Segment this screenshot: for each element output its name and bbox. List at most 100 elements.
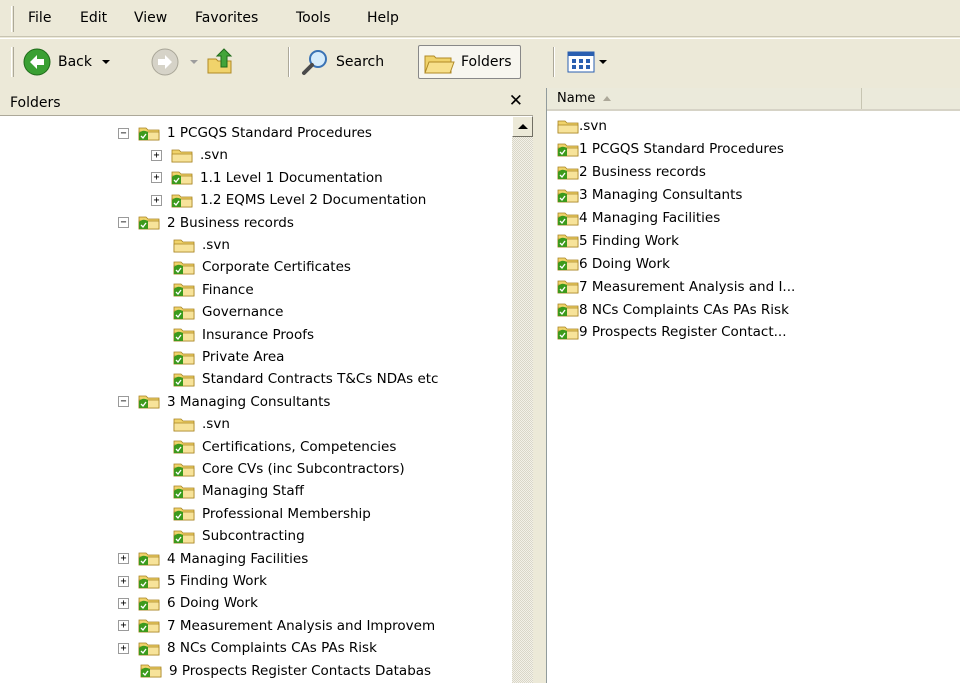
expand-icon[interactable]: +: [151, 172, 162, 184]
tree-item[interactable]: − 3 Managing Consultants: [118, 391, 330, 413]
forward-button[interactable]: [150, 45, 198, 79]
list-item[interactable]: 2 Business records: [557, 161, 960, 184]
folder-svn-icon: [171, 193, 193, 208]
folder-icon: [173, 417, 195, 432]
folder-svn-icon: [557, 165, 579, 180]
tree-item[interactable]: +1.1 Level 1 Documentation: [151, 167, 383, 189]
folder-svn-icon: [173, 282, 195, 297]
expand-icon[interactable]: +: [118, 597, 129, 609]
tree-item[interactable]: +6 Doing Work: [118, 592, 258, 614]
tree-item[interactable]: − 2 Business records: [118, 212, 294, 234]
search-button[interactable]: Search: [300, 45, 384, 79]
expand-icon[interactable]: +: [118, 642, 129, 654]
menu-help[interactable]: Help: [367, 10, 399, 26]
menu-tools[interactable]: Tools: [296, 10, 331, 26]
folder-tree: − 1 PCGQS Standard Procedures + .svn +1.1 Le…: [0, 116, 512, 683]
tree-item[interactable]: − 1 PCGQS Standard Procedures: [118, 122, 372, 144]
tree-item[interactable]: Professional Membership: [151, 503, 371, 525]
tree-item[interactable]: .svn: [151, 413, 230, 435]
list-item[interactable]: 7 Measurement Analysis and I...: [557, 275, 960, 298]
sort-ascending-icon: [603, 96, 612, 101]
tree-item[interactable]: 9 Prospects Register Contacts Databas: [118, 660, 431, 682]
tree-item-label: 4 Managing Facilities: [167, 550, 309, 567]
up-folder-button[interactable]: [205, 45, 235, 79]
pane-splitter[interactable]: [533, 88, 546, 683]
tree-item-label: .svn: [200, 147, 228, 164]
collapse-icon[interactable]: −: [118, 127, 129, 139]
forward-dropdown-icon[interactable]: [190, 60, 198, 64]
tree-item-label: Insurance Proofs: [202, 326, 314, 343]
list-item[interactable]: 4 Managing Facilities: [557, 207, 960, 230]
folders-button[interactable]: Folders: [418, 45, 521, 79]
list-item[interactable]: 3 Managing Consultants: [557, 184, 960, 207]
tree-item-label: 1.2 EQMS Level 2 Documentation: [200, 192, 427, 209]
name-column-header[interactable]: Name: [547, 88, 862, 109]
tree-item-label: 5 Finding Work: [167, 573, 267, 589]
tree-item-label: 1.1 Level 1 Documentation: [200, 169, 383, 186]
folder-svn-icon: [173, 484, 195, 499]
list-item-label: 3 Managing Consultants: [579, 187, 743, 204]
menu-favorites[interactable]: Favorites: [195, 10, 258, 26]
menu-bar: File Edit View Favorites Tools Help: [0, 0, 960, 37]
tree-item[interactable]: Private Area: [151, 346, 284, 368]
menu-grip[interactable]: [11, 6, 14, 32]
list-item[interactable]: 8 NCs Complaints CAs PAs Risk: [557, 298, 960, 321]
tree-item[interactable]: .svn: [151, 234, 230, 256]
list-item[interactable]: 6 Doing Work: [557, 252, 960, 275]
tree-item[interactable]: Governance: [151, 301, 283, 323]
scroll-up-button[interactable]: [512, 116, 533, 137]
views-button[interactable]: [566, 45, 607, 79]
tree-item[interactable]: +7 Measurement Analysis and Improvem: [118, 615, 435, 637]
folders-pane: Folders ✕ − 1 PCGQS Standard Procedures +.…: [0, 88, 533, 683]
folder-svn-icon: [173, 260, 195, 275]
folder-svn-icon: [557, 211, 579, 226]
tree-item[interactable]: +1.2 EQMS Level 2 Documentation: [151, 189, 426, 211]
menu-file[interactable]: File: [28, 10, 51, 26]
tree-item[interactable]: + .svn: [151, 144, 228, 166]
list-item[interactable]: 5 Finding Work: [557, 229, 960, 252]
folders-pane-header: Folders ✕: [0, 88, 533, 116]
list-item-label: 4 Managing Facilities: [579, 210, 721, 226]
back-dropdown-icon[interactable]: [102, 60, 110, 64]
tree-item[interactable]: +4 Managing Facilities: [118, 548, 308, 570]
back-button[interactable]: Back: [22, 45, 110, 79]
collapse-icon[interactable]: −: [118, 217, 129, 229]
tree-item[interactable]: Subcontracting: [151, 525, 305, 547]
tree-item[interactable]: Corporate Certificates: [151, 256, 351, 278]
folder-svn-icon: [171, 170, 193, 185]
expand-icon[interactable]: +: [118, 620, 129, 632]
tree-item-label: 8 NCs Complaints CAs PAs Risk: [167, 640, 377, 657]
menu-edit[interactable]: Edit: [80, 10, 107, 26]
folder-svn-icon: [557, 142, 579, 157]
folder-svn-icon: [138, 126, 160, 141]
tree-item[interactable]: Finance: [151, 279, 254, 301]
tree-item[interactable]: Certifications, Competencies: [151, 436, 396, 458]
folder-svn-icon: [557, 279, 579, 294]
views-dropdown-icon[interactable]: [599, 60, 607, 64]
up-folder-icon: [207, 48, 233, 74]
tree-item-label: Professional Membership: [202, 505, 371, 522]
list-item-label: 8 NCs Complaints CAs PAs Risk: [579, 301, 789, 318]
list-item[interactable]: .svn: [557, 115, 960, 138]
tree-item[interactable]: Core CVs (inc Subcontractors): [151, 458, 405, 480]
collapse-icon[interactable]: −: [118, 396, 129, 408]
column-header: Name: [547, 88, 960, 111]
list-item[interactable]: 1 PCGQS Standard Procedures: [557, 138, 960, 161]
list-item[interactable]: 9 Prospects Register Contact...: [557, 321, 960, 344]
tree-item[interactable]: +5 Finding Work: [118, 570, 267, 592]
back-label: Back: [58, 54, 92, 70]
expand-icon[interactable]: +: [118, 553, 129, 565]
tree-item[interactable]: Standard Contracts T&Cs NDAs etc: [151, 368, 438, 390]
tree-item[interactable]: Insurance Proofs: [151, 324, 314, 346]
folder-svn-icon: [138, 618, 160, 633]
toolbar-grip[interactable]: [11, 47, 14, 77]
folder-svn-icon: [138, 551, 160, 566]
expand-icon[interactable]: +: [151, 194, 162, 206]
close-icon[interactable]: ✕: [509, 91, 523, 111]
expand-icon[interactable]: +: [118, 575, 129, 587]
expand-icon[interactable]: +: [151, 149, 162, 161]
tree-item[interactable]: +8 NCs Complaints CAs PAs Risk: [118, 637, 377, 659]
menu-view[interactable]: View: [134, 10, 167, 26]
tree-item[interactable]: Managing Staff: [151, 480, 304, 502]
tree-scrollbar[interactable]: [512, 116, 533, 683]
